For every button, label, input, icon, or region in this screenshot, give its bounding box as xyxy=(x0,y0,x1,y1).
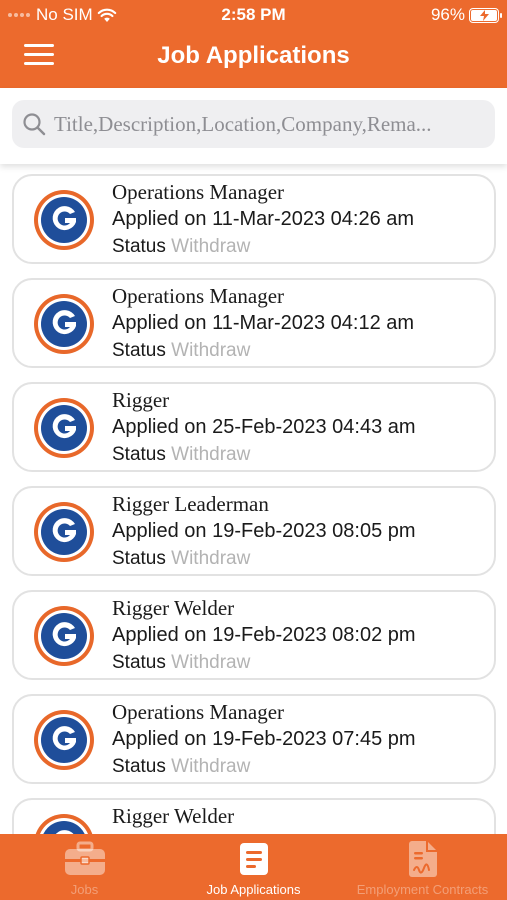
status-label: Status xyxy=(112,652,166,673)
application-card[interactable]: Rigger Welder Applied on 19-Feb-2023 08:0… xyxy=(12,590,496,680)
search-bar[interactable] xyxy=(12,100,495,148)
application-status: Status Withdraw xyxy=(112,652,250,674)
application-card[interactable]: Rigger Applied on 25-Feb-2023 04:43 am Sta… xyxy=(12,382,496,472)
document-list-icon xyxy=(238,840,270,878)
job-title: Rigger xyxy=(112,388,170,412)
tab-job-applications-label: Job Applications xyxy=(206,882,301,897)
tab-jobs[interactable]: Jobs xyxy=(0,834,169,900)
status-value: Withdraw xyxy=(171,548,251,569)
company-logo-icon xyxy=(32,396,96,460)
company-logo-icon xyxy=(32,500,96,564)
tab-jobs-label: Jobs xyxy=(70,882,99,897)
application-status: Status Withdraw xyxy=(112,756,250,778)
battery-icon xyxy=(469,7,502,23)
bottom-tab-bar: Jobs Job Applications Employment Contrac… xyxy=(0,834,507,900)
job-title: Rigger Welder xyxy=(112,804,235,828)
application-status: Status Withdraw xyxy=(112,340,250,362)
application-card[interactable]: Rigger WelderApplied on 19-Feb-2023 06:0… xyxy=(12,798,496,834)
applied-date: Applied on 19-Feb-2023 07:45 pm xyxy=(112,728,416,750)
tab-employment-contracts-label: Employment Contracts xyxy=(356,882,489,897)
status-label: Status xyxy=(112,340,166,361)
search-icon xyxy=(14,112,54,136)
applications-list[interactable]: Operations Manager Applied on 11-Mar-2023… xyxy=(0,164,507,834)
company-logo-icon xyxy=(32,292,96,356)
application-card[interactable]: Operations Manager Applied on 19-Feb-2023… xyxy=(12,694,496,784)
applied-date: Applied on 11-Mar-2023 04:12 am xyxy=(112,312,415,334)
battery-percent: 96% xyxy=(430,5,465,24)
briefcase-icon xyxy=(63,840,107,878)
company-logo-icon xyxy=(32,604,96,668)
application-card[interactable]: Operations Manager Applied on 11-Mar-2023… xyxy=(12,174,496,264)
application-card[interactable]: Operations Manager Applied on 11-Mar-2023… xyxy=(12,278,496,368)
application-card[interactable]: Rigger Leaderman Applied on 19-Feb-2023 0… xyxy=(12,486,496,576)
application-status: Status Withdraw xyxy=(112,548,250,570)
job-title: Rigger Leaderman xyxy=(112,492,269,516)
job-title: Operations Manager xyxy=(112,700,285,724)
status-label: Status xyxy=(112,548,166,569)
status-label: Status xyxy=(112,236,166,257)
status-value: Withdraw xyxy=(171,444,251,465)
tab-job-applications[interactable]: Job Applications xyxy=(169,834,338,900)
app-header: No SIM 2:58 PM 96% Job Applications xyxy=(0,0,507,88)
status-value: Withdraw xyxy=(171,340,251,361)
status-value: Withdraw xyxy=(171,756,251,777)
applied-date: Applied on 11-Mar-2023 04:26 am xyxy=(112,208,415,230)
contract-icon xyxy=(407,840,439,878)
status-bar: No SIM 2:58 PM 96% xyxy=(0,0,507,30)
status-value: Withdraw xyxy=(171,236,251,257)
company-logo-icon xyxy=(32,188,96,252)
job-title: Operations Manager xyxy=(112,284,285,308)
applied-date: Applied on 19-Feb-2023 08:05 pm xyxy=(112,520,416,542)
application-status: Status Withdraw xyxy=(112,444,250,466)
company-logo-icon xyxy=(32,708,96,772)
job-title: Rigger Welder xyxy=(112,596,235,620)
status-label: Status xyxy=(112,756,166,777)
application-status: Status Withdraw xyxy=(112,236,250,258)
tab-employment-contracts[interactable]: Employment Contracts xyxy=(338,834,507,900)
status-right: 96% xyxy=(430,5,502,25)
job-title: Operations Manager xyxy=(112,180,285,204)
status-label: Status xyxy=(112,444,166,465)
applied-date: Applied on 25-Feb-2023 04:43 am xyxy=(112,416,416,438)
applied-date: Applied on 19-Feb-2023 08:02 pm xyxy=(112,624,416,646)
charging-bolt-icon xyxy=(479,9,489,21)
page-title: Job Applications xyxy=(157,42,350,69)
status-value: Withdraw xyxy=(171,652,251,673)
search-input[interactable] xyxy=(54,100,495,148)
company-logo-icon xyxy=(32,812,96,834)
search-container xyxy=(0,88,507,164)
